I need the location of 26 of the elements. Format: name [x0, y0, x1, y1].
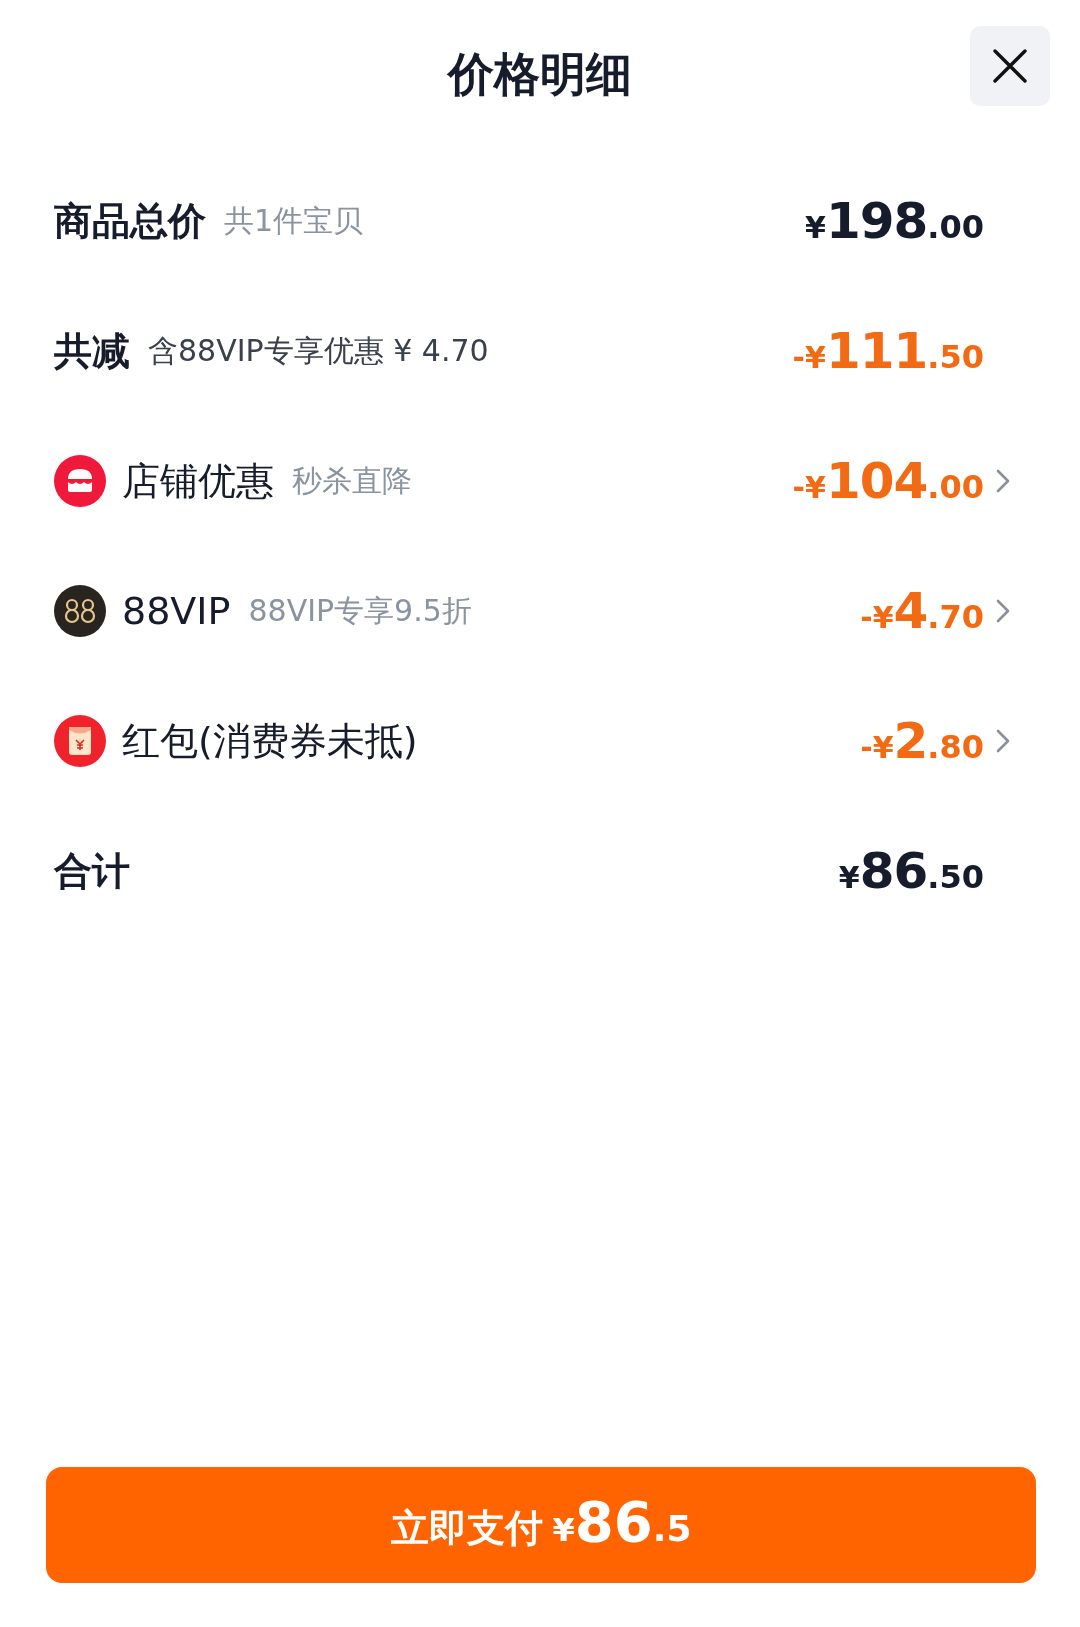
row-note: 88VIP专享9.5折: [248, 591, 472, 630]
amount: ¥198.00: [805, 192, 984, 250]
envelope-icon: [54, 715, 106, 767]
amount: -¥4.70: [860, 582, 984, 640]
chevron-right-icon[interactable]: [996, 599, 1010, 623]
pay-button[interactable]: 立即支付 ¥86.5: [46, 1467, 1036, 1583]
vip-badge-icon: [54, 585, 106, 637]
row-label: 商品总价: [54, 197, 206, 245]
sheet-title: 价格明细: [448, 46, 632, 103]
amount: -¥2.80: [860, 712, 984, 770]
close-icon: [992, 48, 1028, 84]
close-button[interactable]: [970, 26, 1050, 106]
row-label: 88VIP: [122, 589, 231, 633]
amount: -¥111.50: [792, 322, 984, 380]
row-label: 合计: [54, 847, 130, 895]
store-icon: [54, 455, 106, 507]
row-note: 含88VIP专享优惠 ¥ 4.70: [148, 331, 489, 370]
row-note: 秒杀直降: [292, 461, 412, 500]
amount: -¥104.00: [792, 452, 984, 510]
row-label: 共减: [54, 327, 130, 375]
row-label: 店铺优惠: [122, 457, 274, 505]
chevron-right-icon[interactable]: [996, 729, 1010, 753]
row-label: 红包(消费券未抵): [122, 717, 418, 765]
row-note: 共1件宝贝: [224, 201, 364, 240]
chevron-right-icon[interactable]: [996, 469, 1010, 493]
amount: ¥86.50: [838, 842, 984, 900]
